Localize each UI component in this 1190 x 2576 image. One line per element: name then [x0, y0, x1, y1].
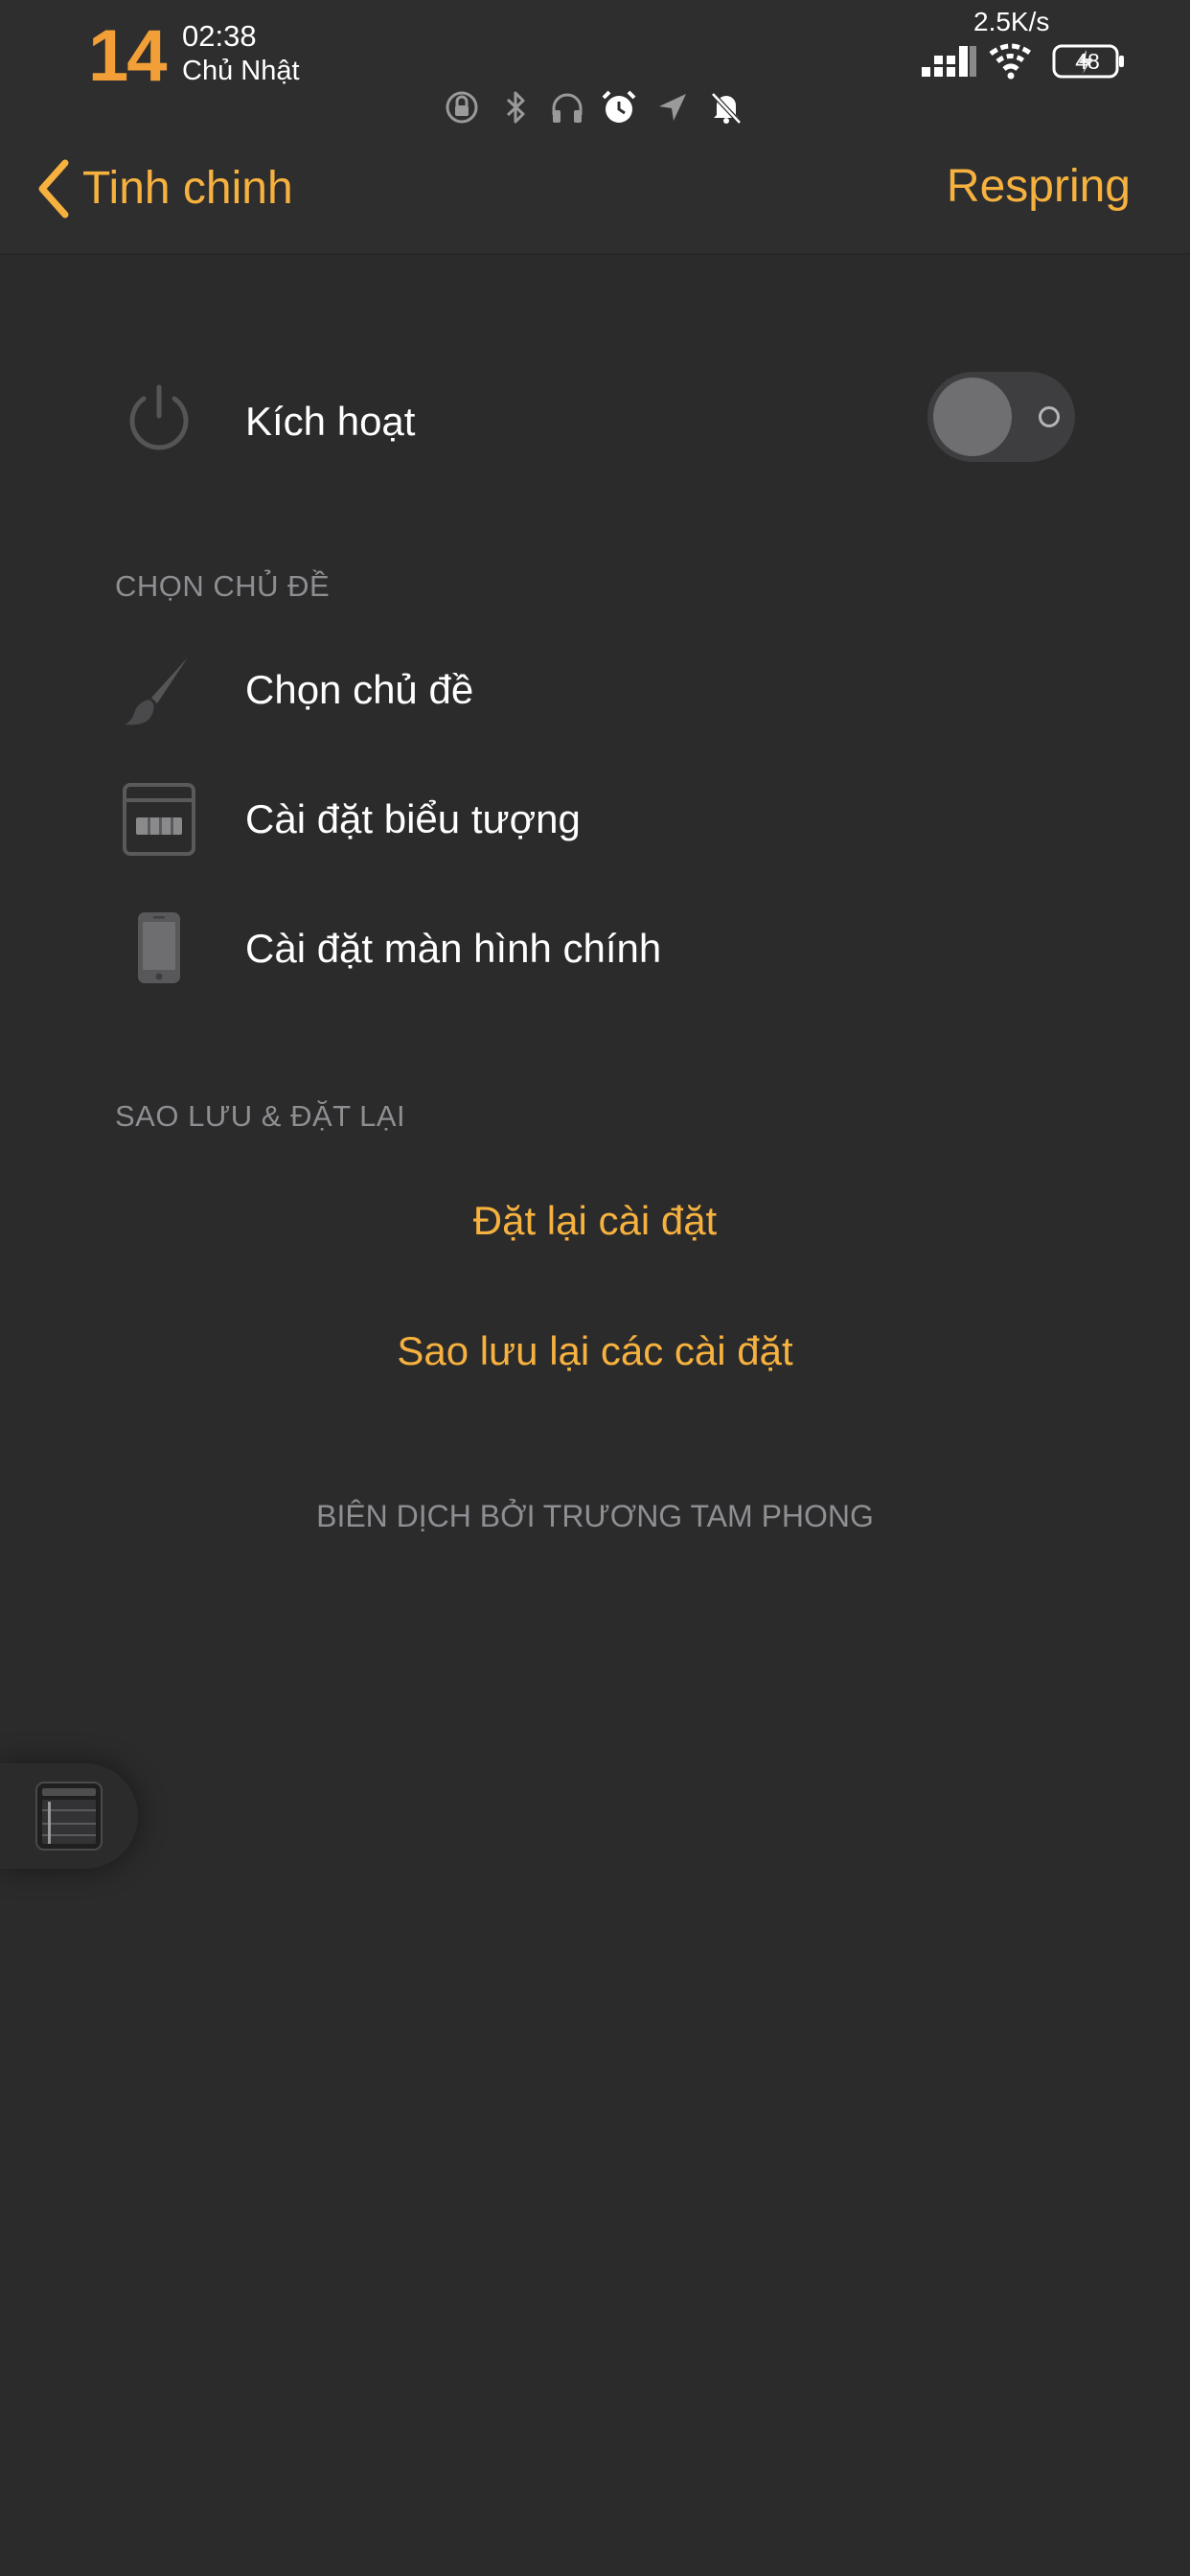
back-button-label: Tinh chinh — [82, 163, 293, 214]
cellular-signal-icon — [922, 46, 976, 77]
power-icon — [129, 384, 189, 450]
status-day-name: Chủ Nhật — [182, 56, 300, 86]
alarm-icon — [602, 90, 636, 123]
enable-label: Kích hoạt — [245, 399, 416, 444]
back-button[interactable]: Tinh chinh — [33, 155, 293, 222]
status-time: 02:38 — [182, 19, 257, 53]
toggle-off-indicator — [1039, 406, 1060, 427]
status-day-number: 14 — [88, 15, 168, 97]
chevron-left-icon — [38, 159, 69, 218]
theme-section-header: CHỌN CHỦ ĐỀ — [115, 569, 331, 603]
settings-row-icon-settings[interactable]: Cài đặt biểu tượng — [0, 762, 1190, 877]
battery-level: 48 — [1075, 49, 1100, 74]
translation-credit: BIÊN DỊCH BỞI TRƯƠNG TAM PHONG — [316, 1499, 874, 1533]
enable-toggle[interactable] — [927, 372, 1075, 462]
app-switcher-icon — [35, 1782, 103, 1851]
reset-settings-button[interactable]: Đặt lại cài đặt — [0, 1192, 1190, 1250]
settings-row-choose-theme[interactable]: Chọn chủ đề — [0, 632, 1190, 748]
toggle-knob — [933, 378, 1012, 456]
bell-muted-icon — [711, 92, 742, 125]
home-screen-settings-label: Cài đặt màn hình chính — [245, 926, 662, 971]
paintbrush-icon — [125, 657, 188, 725]
network-speed: 2.5K/s — [973, 7, 1050, 36]
backup-section-header: SAO LƯU & ĐẶT LẠI — [115, 1099, 406, 1133]
floating-app-switcher-button[interactable] — [0, 1763, 138, 1869]
backup-settings-button[interactable]: Sao lưu lại các cài đặt — [0, 1322, 1190, 1380]
wifi-icon — [989, 43, 1033, 80]
bluetooth-icon — [506, 91, 525, 124]
navigation-bar: Tinh chinh Respring — [0, 134, 1190, 255]
status-indicator-row — [443, 88, 749, 130]
icon-settings-label: Cài đặt biểu tượng — [245, 796, 581, 841]
phone-icon — [138, 912, 180, 983]
settings-row-home-screen[interactable]: Cài đặt màn hình chính — [0, 891, 1190, 1006]
choose-theme-label: Chọn chủ đề — [245, 667, 474, 712]
location-icon — [659, 94, 686, 121]
status-bar: 14 02:38 Chủ Nhật 2.5K/s 48 — [0, 0, 1190, 134]
headphones-icon — [552, 93, 583, 123]
respring-button[interactable]: Respring — [947, 155, 1131, 218]
orientation-lock-icon — [446, 91, 478, 124]
icon-grid-icon — [123, 783, 195, 856]
